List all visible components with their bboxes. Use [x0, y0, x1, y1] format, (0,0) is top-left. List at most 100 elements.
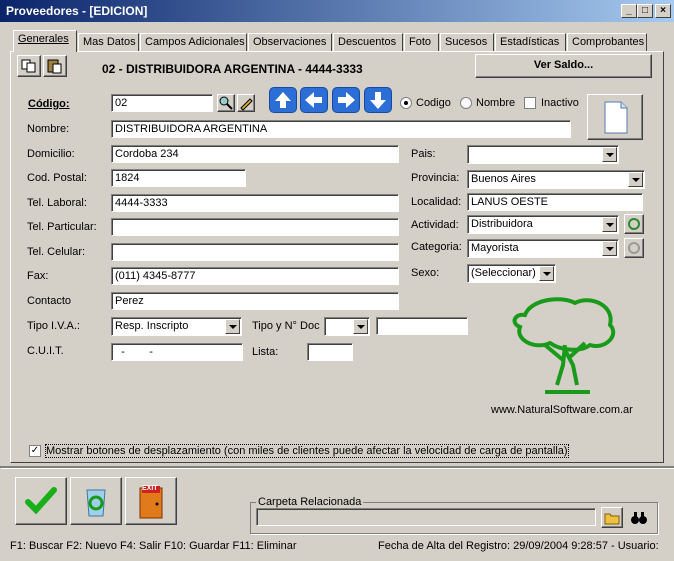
pencil-icon	[240, 98, 253, 111]
tab-sucesos[interactable]: Sucesos	[440, 33, 494, 51]
record-title: 02 - DISTRIBUIDORA ARGENTINA - 4444-3333	[102, 62, 363, 76]
cuit-label: C.U.I.T.	[27, 345, 64, 357]
paste-button[interactable]	[43, 55, 67, 77]
categoria-refresh-button[interactable]	[624, 238, 644, 258]
chevron-down-icon	[628, 172, 643, 187]
doc-number-input[interactable]	[376, 317, 468, 335]
tel-laboral-input[interactable]: 4444-3333	[111, 194, 399, 212]
search-icon	[219, 96, 233, 110]
new-document-button[interactable]	[587, 94, 643, 140]
open-folder-button[interactable]	[601, 507, 623, 528]
codigo-label: Código:	[28, 98, 70, 110]
radio-codigo-label: Codigo	[416, 97, 451, 109]
tree-logo	[512, 297, 616, 394]
first-record-button[interactable]	[269, 87, 297, 113]
radio-nombre[interactable]	[460, 97, 472, 109]
chevron-down-icon	[602, 217, 617, 232]
codigo-input[interactable]: 02	[111, 94, 213, 112]
exit-button[interactable]: EXIT	[125, 477, 177, 525]
recycle-bin-icon	[86, 489, 106, 517]
actividad-label: Actividad:	[411, 219, 459, 231]
next-record-button[interactable]	[332, 87, 360, 113]
browse-button[interactable]	[628, 507, 650, 528]
folder-icon	[604, 513, 620, 525]
nombre-input[interactable]: DISTRIBUIDORA ARGENTINA	[111, 120, 571, 138]
categoria-select[interactable]: Mayorista	[467, 239, 619, 258]
close-button[interactable]: ×	[655, 4, 671, 18]
contacto-label: Contacto	[27, 295, 72, 307]
actividad-select[interactable]: Distribuidora	[467, 215, 619, 234]
tab-campos-adicionales[interactable]: Campos Adicionales	[140, 33, 247, 51]
mostrar-botones-checkbox[interactable]: ✓	[29, 445, 41, 457]
fecha-alta-text: Fecha de Alta del Registro: 29/09/2004 9…	[378, 540, 659, 552]
carpeta-label: Carpeta Relacionada	[256, 496, 364, 508]
title-bar: Proveedores - [EDICION] _ □ ×	[0, 0, 674, 22]
cuit-input[interactable]: - -	[111, 343, 243, 361]
inactivo-checkbox[interactable]	[524, 97, 536, 109]
sexo-label: Sexo:	[411, 267, 440, 279]
separator	[0, 466, 674, 468]
tab-estadisticas[interactable]: Estadísticas	[495, 33, 566, 51]
provincia-select[interactable]: Buenos Aires	[467, 170, 645, 189]
copy-icon	[21, 59, 36, 73]
chevron-down-icon	[539, 266, 554, 281]
arrow-left-icon	[305, 92, 322, 108]
mostrar-botones-label: Mostrar botones de desplazamiento (con m…	[45, 444, 569, 458]
domicilio-input[interactable]: Cordoba 234	[111, 145, 399, 163]
tipo-iva-label: Tipo I.V.A.:	[27, 320, 80, 332]
radio-codigo[interactable]	[400, 97, 412, 109]
tab-observaciones[interactable]: Observaciones	[248, 33, 332, 51]
tab-foto[interactable]: Foto	[404, 33, 439, 51]
window-title: Proveedores - [EDICION]	[6, 4, 148, 18]
refresh-icon	[628, 218, 640, 230]
cod-postal-input[interactable]: 1824	[111, 169, 246, 187]
tel-particular-input[interactable]	[111, 218, 399, 236]
arrow-up-icon	[275, 92, 291, 108]
maximize-button[interactable]: □	[637, 4, 653, 18]
search-button[interactable]	[217, 94, 235, 112]
paste-icon	[47, 59, 62, 74]
radio-nombre-label: Nombre	[476, 97, 516, 109]
categoria-label: Categoria:	[411, 241, 462, 253]
tipo-doc-select[interactable]	[324, 317, 370, 336]
chevron-down-icon	[602, 147, 617, 162]
domicilio-label: Domicilio:	[27, 148, 75, 160]
carpeta-input[interactable]	[256, 508, 596, 526]
chevron-down-icon	[353, 319, 368, 334]
tab-comprobantes[interactable]: Comprobantes	[567, 33, 647, 51]
tab-mas-datos[interactable]: Mas Datos	[78, 33, 139, 51]
lista-input[interactable]	[307, 343, 353, 361]
checkmark-icon	[25, 487, 57, 515]
arrow-down-icon	[370, 92, 386, 109]
prev-record-button[interactable]	[300, 87, 328, 113]
exit-sign-text: EXIT	[142, 485, 158, 492]
tel-celular-input[interactable]	[111, 243, 399, 261]
actividad-refresh-button[interactable]	[624, 214, 644, 234]
tel-particular-label: Tel. Particular:	[27, 221, 97, 233]
shortcuts-text: F1: Buscar F2: Nuevo F4: Salir F10: Guar…	[10, 540, 297, 552]
pais-select[interactable]	[467, 145, 619, 164]
minimize-button[interactable]: _	[621, 4, 637, 18]
edit-button[interactable]	[237, 94, 255, 112]
pais-label: Pais:	[411, 148, 436, 160]
inactivo-label: Inactivo	[541, 97, 579, 109]
copy-button[interactable]	[17, 55, 41, 77]
tab-descuentos[interactable]: Descuentos	[333, 33, 403, 51]
tipo-iva-select[interactable]: Resp. Inscripto	[111, 317, 242, 336]
fax-input[interactable]: (011) 4345-8777	[111, 267, 399, 285]
save-button[interactable]	[15, 477, 67, 525]
contacto-input[interactable]: Perez	[111, 292, 399, 310]
sexo-select[interactable]: (Seleccionar)	[467, 264, 556, 283]
tel-laboral-label: Tel. Laboral:	[27, 197, 87, 209]
localidad-input[interactable]: LANUS OESTE	[467, 193, 643, 211]
ver-saldo-button[interactable]: Ver Saldo...	[475, 54, 652, 78]
provincia-label: Provincia:	[411, 172, 460, 184]
last-record-button[interactable]	[364, 87, 392, 113]
tel-celular-label: Tel. Celular:	[27, 246, 86, 258]
lista-label: Lista:	[252, 346, 279, 358]
delete-button[interactable]	[70, 477, 122, 525]
website-text: www.NaturalSoftware.com.ar	[491, 404, 633, 416]
fax-label: Fax:	[27, 270, 49, 282]
binoculars-icon	[631, 512, 647, 524]
tab-generales[interactable]: Generales	[13, 30, 77, 52]
